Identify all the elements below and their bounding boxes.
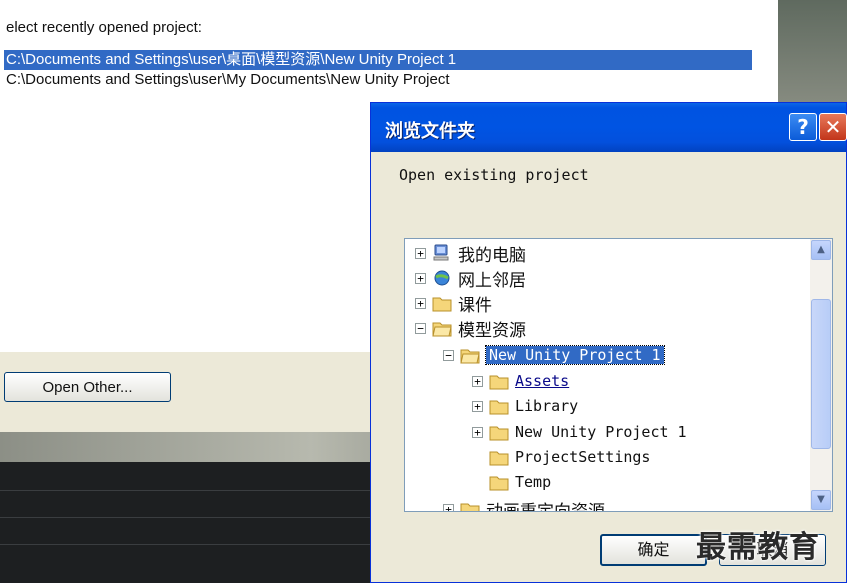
folder-tree[interactable]: + 我的电脑 + 网上邻居 + 课件 − 模型资源 − New Unity Pr… <box>404 238 833 512</box>
dialog-title: 浏览文件夹 <box>385 121 475 142</box>
folder-icon <box>432 297 452 312</box>
ok-button[interactable]: 确定 <box>600 534 707 566</box>
folder-icon <box>489 426 509 441</box>
dialog-titlebar[interactable]: 浏览文件夹 ? ✕ <box>371 103 847 152</box>
close-button[interactable]: ✕ <box>819 113 847 141</box>
tree-item-nested-project[interactable]: + New Unity Project 1 <box>472 420 687 444</box>
expand-icon[interactable]: + <box>415 247 426 259</box>
tree-item-network[interactable]: + 网上邻居 <box>415 266 526 291</box>
expand-icon[interactable]: + <box>415 272 426 284</box>
tree-item-temp[interactable]: Temp <box>472 470 551 494</box>
expand-icon[interactable]: + <box>472 375 483 387</box>
tree-item-label: Assets <box>515 372 570 390</box>
tree-item-library[interactable]: + Library <box>472 394 578 418</box>
help-button[interactable]: ? <box>789 113 817 141</box>
open-other-button[interactable]: Open Other... <box>4 372 171 402</box>
tree-item-my-computer[interactable]: + 我的电脑 <box>415 241 526 266</box>
network-icon <box>434 270 450 286</box>
expand-icon[interactable]: + <box>415 297 426 309</box>
folder-open-icon <box>460 349 480 364</box>
scroll-up-icon[interactable]: ▲ <box>811 240 831 260</box>
tree-item-label: 网上邻居 <box>458 270 526 291</box>
recent-projects-list[interactable]: C:\Documents and Settings\user\桌面\模型资源\N… <box>4 50 752 90</box>
folder-icon <box>489 451 509 466</box>
computer-icon <box>433 244 449 261</box>
tree-item-model-resources[interactable]: − 模型资源 <box>415 316 526 341</box>
scroll-thumb[interactable] <box>811 299 831 449</box>
tree-item-animation-retarget[interactable]: + 动画重定向资源 <box>443 497 605 512</box>
tree-item-label: 课件 <box>458 295 492 316</box>
recent-project-item[interactable]: C:\Documents and Settings\user\桌面\模型资源\N… <box>4 50 752 70</box>
tree-item-label: 我的电脑 <box>458 245 526 266</box>
watermark-logo: 最需教育 <box>696 530 820 565</box>
folder-icon <box>489 476 509 491</box>
expand-icon[interactable]: + <box>443 503 454 511</box>
tree-item-label: 模型资源 <box>458 320 526 341</box>
tree-item-label-selected: New Unity Project 1 <box>485 345 665 365</box>
browse-folder-dialog: 浏览文件夹 ? ✕ Open existing project + 我的电脑 +… <box>370 102 847 583</box>
expand-icon[interactable]: + <box>472 426 483 438</box>
recent-projects-label: elect recently opened project: <box>6 19 202 36</box>
expand-icon[interactable]: + <box>472 400 483 412</box>
tree-item-label: ProjectSettings <box>515 448 651 466</box>
collapse-icon[interactable]: − <box>415 322 426 334</box>
folder-icon <box>460 503 480 511</box>
tree-item-label: New Unity Project 1 <box>515 423 687 441</box>
collapse-icon[interactable]: − <box>443 349 454 361</box>
tree-item-new-unity-project[interactable]: − New Unity Project 1 <box>443 343 665 367</box>
recent-project-item[interactable]: C:\Documents and Settings\user\My Docume… <box>4 70 752 90</box>
tree-item-label: Temp <box>515 473 552 491</box>
scroll-down-icon[interactable]: ▼ <box>811 490 831 510</box>
tree-scrollbar[interactable]: ▲ ▼ <box>810 239 832 511</box>
tree-item-project-settings[interactable]: ProjectSettings <box>472 445 650 469</box>
tree-item-label: 动画重定向资源 <box>486 501 605 512</box>
folder-open-icon <box>432 322 452 337</box>
folder-icon <box>489 375 509 390</box>
tree-item-courseware[interactable]: + 课件 <box>415 291 492 316</box>
tree-item-assets[interactable]: + Assets <box>472 369 569 393</box>
folder-icon <box>489 400 509 415</box>
tree-item-label: Library <box>515 397 579 415</box>
dialog-prompt: Open existing project <box>399 166 589 184</box>
